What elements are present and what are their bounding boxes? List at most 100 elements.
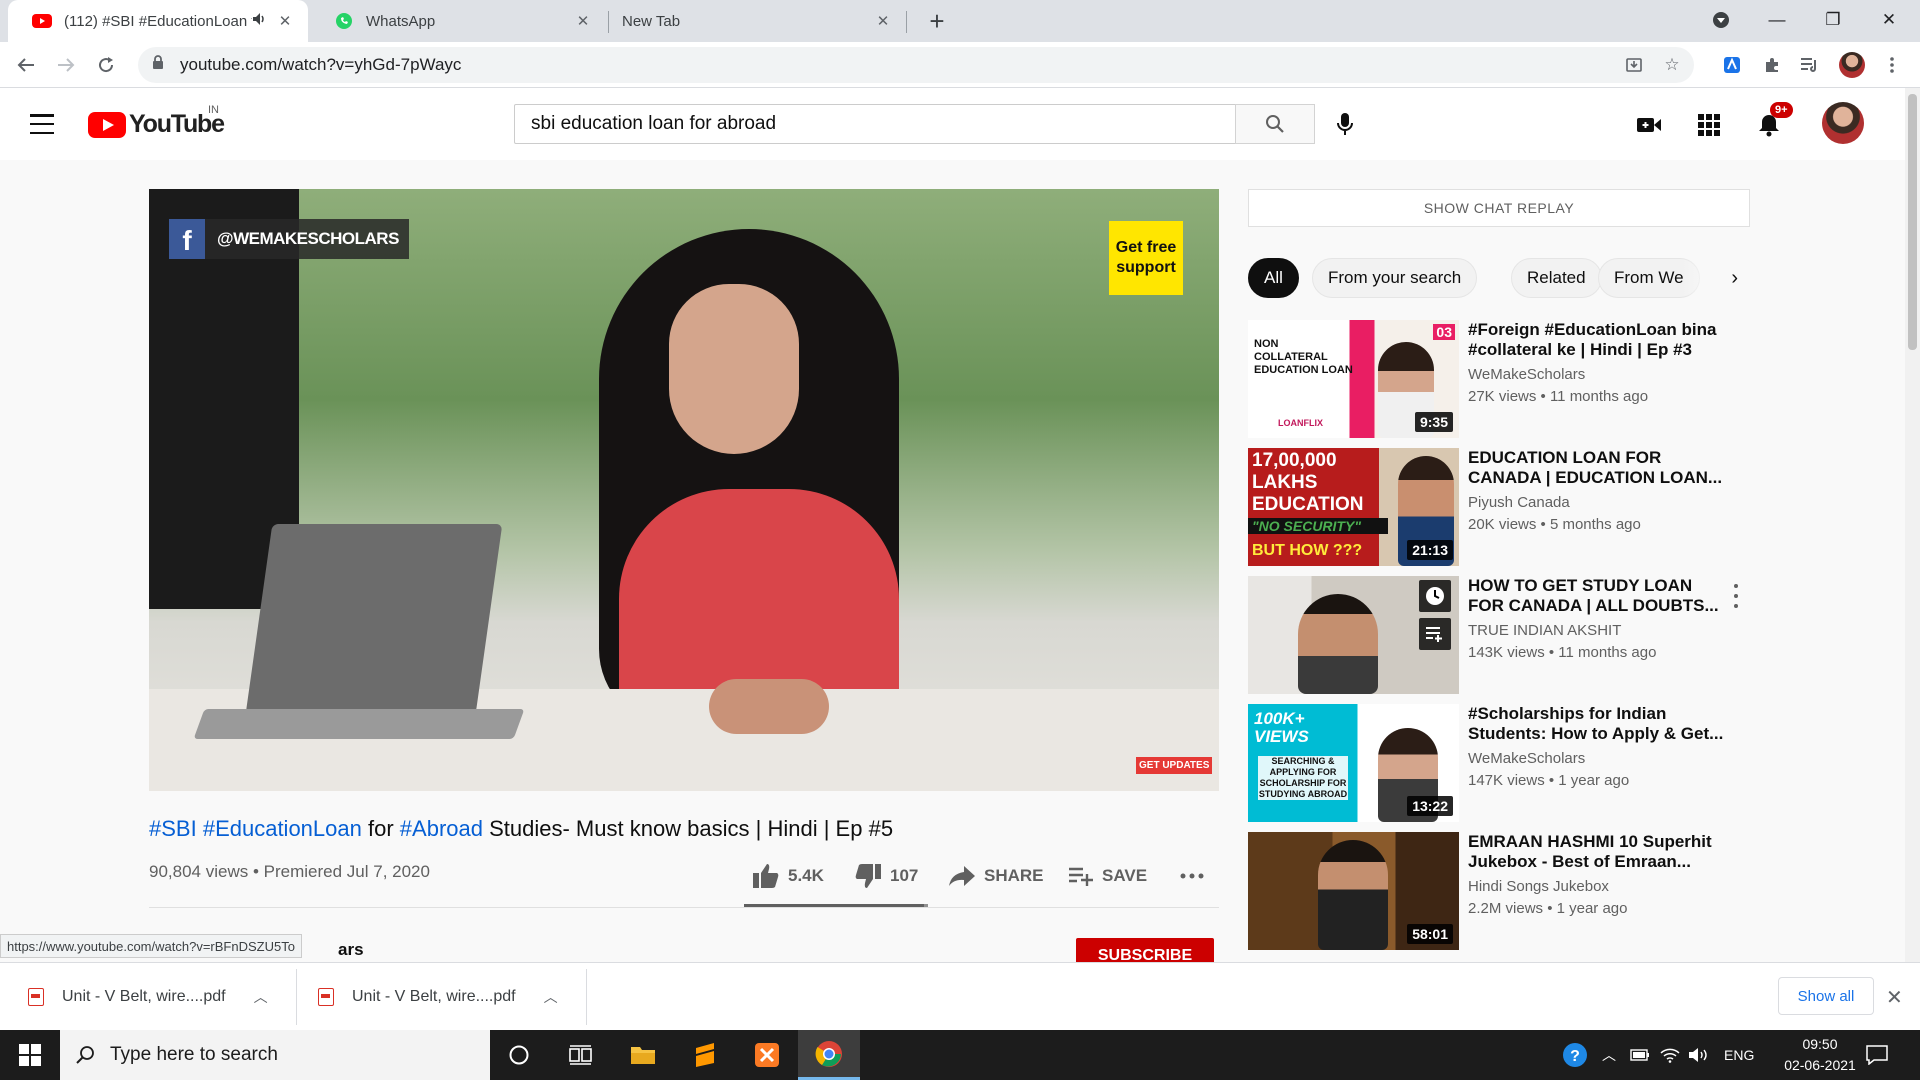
- recommendation-title[interactable]: #Scholarships for Indian Students: How t…: [1468, 704, 1730, 744]
- bookmark-star-icon[interactable]: ☆: [1662, 55, 1682, 75]
- recommendation-item[interactable]: 17,00,000 LAKHS EDUCATION LOAN "NO SECUR…: [1248, 448, 1748, 566]
- hashtag-link[interactable]: #SBI: [149, 816, 197, 841]
- add-to-queue-button[interactable]: [1419, 618, 1451, 650]
- more-options-icon[interactable]: [1728, 584, 1744, 608]
- menu-icon[interactable]: [30, 114, 54, 134]
- chevron-up-icon[interactable]: ︿: [254, 987, 268, 1007]
- recommendation-item[interactable]: 100K+ VIEWS SEARCHING & APPLYING FOR SCH…: [1248, 704, 1748, 822]
- create-video-button[interactable]: [1632, 108, 1666, 142]
- download-item[interactable]: Unit - V Belt, wire....pdf ︿: [318, 963, 558, 1031]
- more-actions-button[interactable]: [1180, 860, 1212, 892]
- channel-name[interactable]: ars: [338, 940, 364, 960]
- recommendation-title[interactable]: EDUCATION LOAN FOR CANADA | EDUCATION LO…: [1468, 448, 1730, 488]
- video-thumbnail[interactable]: 58:01: [1248, 832, 1459, 950]
- chip-all[interactable]: All: [1248, 258, 1299, 298]
- youtube-logo[interactable]: YouTube IN: [88, 104, 225, 139]
- close-download-shelf-icon[interactable]: ✕: [1886, 985, 1903, 1010]
- scrollbar-thumb[interactable]: [1908, 94, 1917, 350]
- recommendation-item[interactable]: 58:01 EMRAAN HASHMI 10 Superhit Jukebox …: [1248, 832, 1748, 950]
- recommendation-item[interactable]: HOW TO GET STUDY LOAN FOR CANADA | ALL D…: [1248, 576, 1748, 694]
- close-tab-icon[interactable]: ✕: [872, 10, 894, 32]
- close-tab-icon[interactable]: ✕: [274, 10, 296, 32]
- install-app-icon[interactable]: [1624, 55, 1644, 75]
- recommendation-channel[interactable]: Hindi Songs Jukebox: [1468, 878, 1609, 895]
- lock-icon[interactable]: [152, 55, 168, 75]
- speaker-icon[interactable]: [252, 12, 268, 30]
- show-hidden-icons-icon[interactable]: ︿: [1602, 1030, 1616, 1080]
- media-control-icon[interactable]: [1796, 51, 1824, 79]
- file-explorer-icon[interactable]: [612, 1030, 674, 1080]
- help-icon[interactable]: ?: [1562, 1030, 1588, 1080]
- extension-icon[interactable]: [1718, 51, 1746, 79]
- chip-from-your-search[interactable]: From your search: [1312, 258, 1478, 298]
- input-language[interactable]: ENG: [1724, 1030, 1754, 1080]
- extensions-puzzle-icon[interactable]: [1758, 51, 1786, 79]
- queue-icon: [1426, 627, 1442, 642]
- save-button[interactable]: SAVE: [1068, 860, 1147, 892]
- dislike-button[interactable]: 107: [854, 860, 918, 892]
- video-title: #SBI #EducationLoan for #Abroad Studies-…: [149, 816, 893, 842]
- sublime-text-icon[interactable]: [674, 1030, 736, 1080]
- account-avatar[interactable]: [1822, 102, 1864, 144]
- tab-new-tab[interactable]: New Tab ✕: [610, 0, 906, 42]
- video-player[interactable]: f @WEMAKESCHOLARS Get free support GET U…: [149, 189, 1219, 791]
- chip-related[interactable]: Related: [1511, 258, 1602, 298]
- chrome-taskbar-icon[interactable]: [798, 1030, 860, 1080]
- page-scrollbar[interactable]: [1905, 88, 1920, 962]
- video-thumbnail[interactable]: 17,00,000 LAKHS EDUCATION LOAN "NO SECUR…: [1248, 448, 1459, 566]
- notifications-button[interactable]: 9+: [1752, 102, 1793, 142]
- recommendation-item[interactable]: NON COLLATERAL EDUCATION LOAN 03 LOANFLI…: [1248, 320, 1748, 438]
- xampp-icon[interactable]: [736, 1030, 798, 1080]
- recommendation-title[interactable]: HOW TO GET STUDY LOAN FOR CANADA | ALL D…: [1468, 576, 1730, 616]
- watch-later-button[interactable]: [1419, 580, 1451, 612]
- cortana-icon[interactable]: [488, 1030, 550, 1080]
- video-thumbnail[interactable]: [1248, 576, 1459, 694]
- video-thumbnail[interactable]: NON COLLATERAL EDUCATION LOAN 03 LOANFLI…: [1248, 320, 1459, 438]
- search-input[interactable]: sbi education loan for abroad: [514, 104, 1236, 144]
- recommendation-channel[interactable]: TRUE INDIAN AKSHIT: [1468, 622, 1621, 639]
- share-button[interactable]: SHARE: [948, 860, 1044, 892]
- reload-button[interactable]: [90, 49, 122, 81]
- close-tab-icon[interactable]: ✕: [572, 10, 594, 32]
- show-all-downloads-button[interactable]: Show all: [1778, 977, 1874, 1015]
- apps-grid-button[interactable]: [1692, 108, 1726, 142]
- close-window-button[interactable]: ✕: [1862, 0, 1916, 40]
- new-tab-button[interactable]: +: [922, 6, 952, 36]
- battery-icon[interactable]: [1630, 1030, 1650, 1080]
- search-button[interactable]: [1235, 104, 1315, 144]
- chips-next-button[interactable]: ›: [1682, 258, 1752, 298]
- hashtag-link[interactable]: #EducationLoan: [203, 816, 362, 841]
- video-thumbnail[interactable]: 100K+ VIEWS SEARCHING & APPLYING FOR SCH…: [1248, 704, 1459, 822]
- voice-search-button[interactable]: [1325, 104, 1365, 144]
- action-center-icon[interactable]: [1866, 1030, 1888, 1080]
- wifi-icon[interactable]: [1660, 1030, 1680, 1080]
- start-button[interactable]: [0, 1030, 60, 1080]
- volume-icon[interactable]: [1688, 1030, 1710, 1080]
- back-button[interactable]: [10, 49, 42, 81]
- chrome-menu-icon[interactable]: [1878, 51, 1906, 79]
- forward-button[interactable]: [50, 49, 82, 81]
- download-item[interactable]: Unit - V Belt, wire....pdf ︿: [28, 963, 268, 1031]
- profile-avatar[interactable]: [1838, 51, 1866, 79]
- recommendation-channel[interactable]: WeMakeScholars: [1468, 366, 1585, 383]
- chevron-up-icon[interactable]: ︿: [544, 987, 558, 1007]
- recommendation-channel[interactable]: Piyush Canada: [1468, 494, 1570, 511]
- tab-title: New Tab: [622, 12, 681, 30]
- hashtag-link[interactable]: #Abroad: [400, 816, 483, 841]
- apps-grid-icon: [1698, 114, 1720, 136]
- system-clock[interactable]: 09:50 02-06-2021: [1770, 1034, 1870, 1076]
- thumb-badge: 03: [1433, 324, 1455, 340]
- address-bar[interactable]: youtube.com/watch?v=yhGd-7pWayc ☆: [138, 47, 1694, 83]
- tab-whatsapp[interactable]: WhatsApp ✕: [310, 0, 606, 42]
- tab-youtube[interactable]: (112) #SBI #EducationLoan f ✕: [8, 0, 308, 42]
- tab-search-icon[interactable]: [1694, 0, 1748, 40]
- minimize-window-button[interactable]: —: [1750, 0, 1804, 40]
- restore-window-button[interactable]: ❐: [1806, 0, 1860, 40]
- show-chat-replay-button[interactable]: SHOW CHAT REPLAY: [1248, 189, 1750, 227]
- recommendation-title[interactable]: EMRAAN HASHMI 10 Superhit Jukebox - Best…: [1468, 832, 1730, 872]
- taskbar-search-input[interactable]: Type here to search: [60, 1030, 490, 1080]
- like-button[interactable]: 5.4K: [752, 860, 824, 892]
- recommendation-channel[interactable]: WeMakeScholars: [1468, 750, 1585, 767]
- task-view-icon[interactable]: [550, 1030, 612, 1080]
- recommendation-title[interactable]: #Foreign #EducationLoan bina #collateral…: [1468, 320, 1730, 360]
